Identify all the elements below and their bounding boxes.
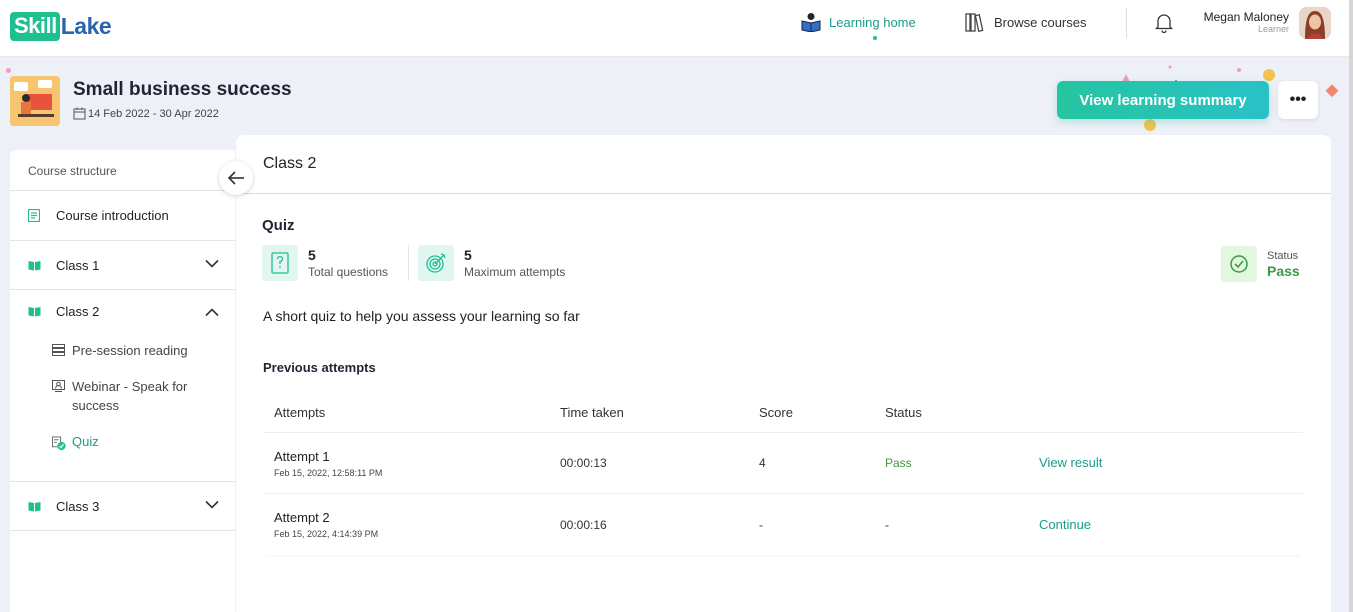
column-header-status: Status <box>885 405 922 420</box>
quiz-status: Status Pass <box>1221 246 1300 282</box>
maximum-attempts-label: Maximum attempts <box>464 265 566 279</box>
attempt-name: Attempt 2 <box>274 510 330 525</box>
sidebar-subitem-webinar[interactable]: Webinar - Speak for success <box>52 377 235 415</box>
column-header-score: Score <box>759 405 793 420</box>
sidebar-item-class-2-header[interactable]: Class 2 <box>28 304 235 319</box>
sidebar-subitem-label: Webinar - Speak for success <box>72 379 188 413</box>
reader-icon <box>801 13 821 32</box>
more-options-button[interactable]: ••• <box>1278 81 1318 119</box>
sidebar-item-label: Class 1 <box>56 257 100 273</box>
check-circle-icon <box>1221 246 1257 282</box>
book-icon <box>28 501 42 512</box>
notification-bell-icon[interactable] <box>1155 13 1173 33</box>
sidebar-heading: Course structure <box>10 150 235 191</box>
nav-learning-home[interactable]: Learning home <box>800 12 916 32</box>
sidebar-subitem-quiz[interactable]: Quiz <box>52 432 235 452</box>
maximum-attempts-stat: 5 Maximum attempts <box>418 245 565 281</box>
attempt-date: Feb 15, 2022, 12:58:11 PM <box>274 467 383 478</box>
sidebar-item-label: Class 2 <box>56 304 100 319</box>
quiz-description: A short quiz to help you assess your lea… <box>263 308 580 324</box>
library-icon <box>965 13 984 32</box>
total-questions-stat: 5 Total questions <box>262 245 388 281</box>
avatar[interactable] <box>1299 7 1331 39</box>
column-header-time-taken: Time taken <box>560 405 624 420</box>
book-icon <box>28 260 42 271</box>
logo[interactable]: Skill Lake <box>10 12 112 41</box>
reading-icon <box>52 344 66 356</box>
collapse-sidebar-button[interactable] <box>219 161 253 195</box>
continue-link[interactable]: Continue <box>1039 517 1091 532</box>
webinar-icon <box>52 380 66 392</box>
total-questions-label: Total questions <box>308 265 389 279</box>
sidebar-item-label: Class 3 <box>56 498 100 514</box>
divider <box>1126 8 1127 38</box>
sidebar-item-label: Course introduction <box>56 208 169 223</box>
chevron-down-icon[interactable] <box>205 500 219 509</box>
attempt-name: Attempt 1 <box>274 448 330 464</box>
sidebar-subitem-label: Quiz <box>72 434 99 449</box>
sidebar-subitem-pre-session-reading[interactable]: Pre-session reading <box>52 341 235 360</box>
table-row: Attempt 2 Feb 15, 2022, 4:14:39 PM 00:00… <box>263 494 1303 555</box>
quiz-title: Quiz <box>262 217 295 234</box>
status-label: Status <box>1267 249 1299 262</box>
column-header-attempts: Attempts <box>274 405 326 420</box>
course-structure-sidebar: Course structure Course introduction Cla… <box>10 150 235 612</box>
book-icon <box>28 306 42 317</box>
arrow-left-icon <box>227 171 244 185</box>
logo-text: Lake <box>60 13 112 39</box>
top-bar: Skill Lake Learning home Browse courses … <box>0 0 1353 57</box>
sidebar-subitem-label: Pre-session reading <box>72 343 188 358</box>
document-icon <box>28 209 42 222</box>
main-panel: Class 2 Quiz 5 Total questions 5 Maximum… <box>236 135 1331 612</box>
attempt-status: Pass <box>885 456 912 470</box>
time-taken: 00:00:16 <box>560 517 607 532</box>
course-thumbnail <box>10 76 60 126</box>
nav-browse-courses-label: Browse courses <box>994 14 1087 30</box>
view-learning-summary-button[interactable]: View learning summary <box>1057 81 1269 119</box>
chevron-down-icon[interactable] <box>205 259 219 268</box>
total-questions-value: 5 <box>308 247 316 263</box>
sidebar-item-class-3[interactable]: Class 3 <box>10 482 235 531</box>
calendar-icon <box>73 107 86 120</box>
confetti-dot <box>6 68 11 73</box>
sidebar-item-class-1[interactable]: Class 1 <box>10 241 235 290</box>
sidebar-item-class-2: Class 2 Pre-session reading Webinar - Sp… <box>10 290 235 482</box>
page-title: Class 2 <box>236 135 1331 194</box>
nav-learning-home-label: Learning home <box>829 14 916 30</box>
view-result-link[interactable]: View result <box>1039 455 1102 470</box>
sidebar-item-course-introduction[interactable]: Course introduction <box>10 191 235 241</box>
status-badge: Pass <box>1267 262 1300 279</box>
attempts-table: Attempts Time taken Score Status Attempt… <box>263 393 1303 555</box>
previous-attempts-title: Previous attempts <box>263 360 376 375</box>
score: - <box>759 517 763 532</box>
attempt-status: - <box>885 517 889 532</box>
table-header: Attempts Time taken Score Status <box>263 393 1303 433</box>
active-indicator <box>873 36 877 40</box>
chevron-up-icon[interactable] <box>205 308 219 317</box>
quiz-icon <box>52 435 66 452</box>
course-dates-text: 14 Feb 2022 - 30 Apr 2022 <box>88 107 219 120</box>
question-icon <box>262 245 298 281</box>
maximum-attempts-value: 5 <box>464 247 472 263</box>
course-title: Small business success <box>73 79 292 100</box>
nav-browse-courses[interactable]: Browse courses <box>965 12 1086 32</box>
user-name[interactable]: Megan Maloney <box>1204 10 1289 24</box>
course-dates: 14 Feb 2022 - 30 Apr 2022 <box>73 107 219 120</box>
divider <box>408 245 409 281</box>
logo-mark: Skill <box>10 12 60 41</box>
scrollbar[interactable] <box>1349 0 1353 612</box>
target-icon <box>418 245 454 281</box>
table-row: Attempt 1 Feb 15, 2022, 12:58:11 PM 00:0… <box>263 433 1303 494</box>
time-taken: 00:00:13 <box>560 456 607 470</box>
score: 4 <box>759 456 766 470</box>
user-role: Learner <box>1257 24 1289 34</box>
attempt-date: Feb 15, 2022, 4:14:39 PM <box>274 529 379 539</box>
